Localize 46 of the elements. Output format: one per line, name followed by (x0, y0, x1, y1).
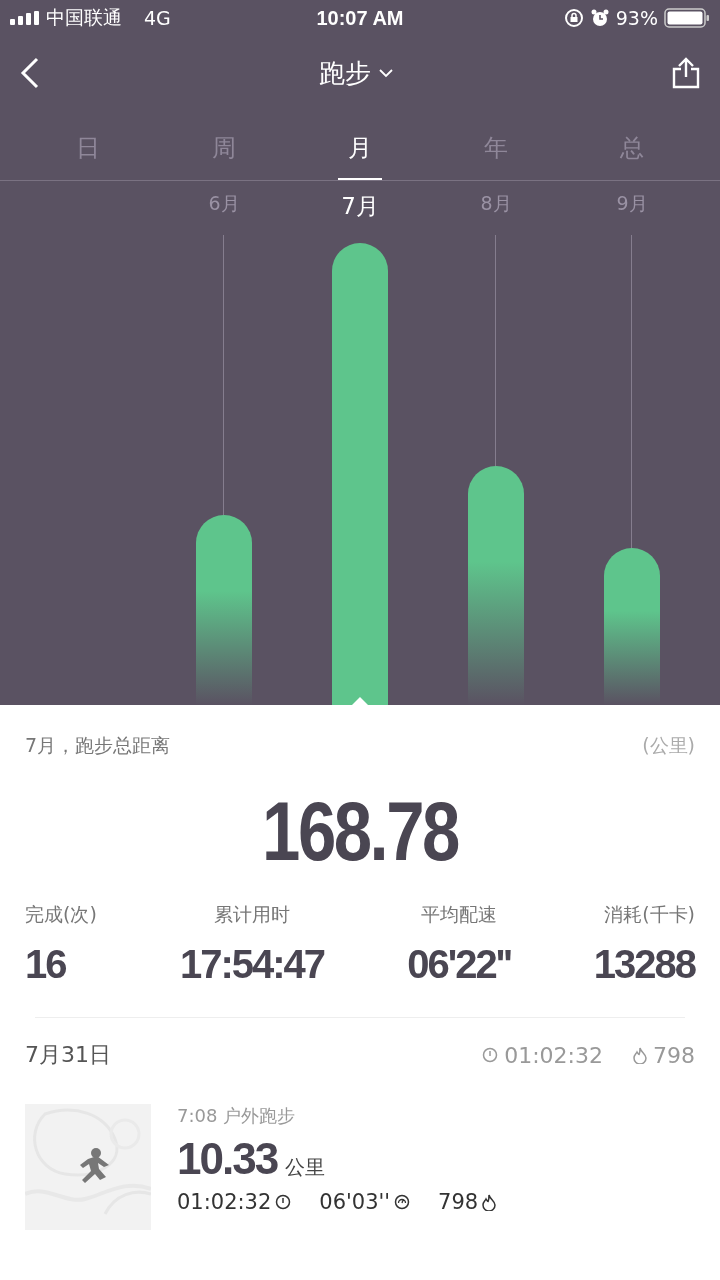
timer-icon (275, 1194, 292, 1210)
total-distance: 168.78 (261, 783, 460, 880)
period-tab[interactable]: 月 (338, 124, 382, 180)
activity-distance: 10.33 (177, 1134, 278, 1184)
status-time: 10:07 AM (316, 6, 404, 30)
caret-icon (379, 68, 393, 78)
activity-pace: 06'03'' (319, 1190, 391, 1214)
battery-percent: 93% (615, 7, 658, 29)
summary-caption: 7月，跑步总距离 (25, 733, 171, 758)
stat-label: 完成(次) (25, 902, 97, 927)
distance-bar[interactable] (196, 515, 252, 705)
unit-label: (公里) (642, 733, 695, 758)
day-date: 7月31日 (25, 1041, 111, 1069)
activity-calories: 798 (438, 1190, 479, 1214)
rotation-lock-icon (563, 8, 584, 28)
sport-type-dropdown[interactable]: 跑步 (313, 54, 399, 92)
distance-bar[interactable] (604, 548, 660, 705)
stat-value: 13288 (593, 942, 695, 987)
month-label[interactable]: 9月 (616, 191, 648, 217)
timer-icon (482, 1047, 499, 1063)
month-label[interactable]: 8月 (480, 191, 512, 217)
alarm-icon (589, 8, 610, 28)
battery-icon (664, 8, 710, 28)
stat-value: 06'22'' (407, 942, 511, 987)
day-calories: 798 (653, 1042, 695, 1068)
activity-time-type: 7:08 户外跑步 (177, 1104, 297, 1128)
speedometer-icon (394, 1194, 411, 1210)
distance-bar[interactable] (468, 466, 524, 705)
activity-duration: 01:02:32 (177, 1190, 272, 1214)
stat-value: 16 (25, 942, 67, 987)
stat-label: 累计用时 (214, 902, 290, 927)
share-button[interactable] (672, 57, 700, 89)
network-type: 4G (144, 7, 171, 29)
flame-icon (633, 1046, 647, 1064)
day-duration: 01:02:32 (504, 1042, 603, 1068)
month-label[interactable]: 6月 (208, 191, 240, 217)
stat-label: 消耗(千卡) (604, 902, 695, 927)
stat-label: 平均配速 (420, 902, 497, 927)
carrier-name: 中国联通 (46, 5, 122, 30)
distance-unit: 公里 (285, 1154, 326, 1181)
back-button[interactable] (20, 56, 40, 90)
stat-value: 17:54:47 (179, 942, 325, 987)
flame-icon (482, 1193, 497, 1211)
pointer-icon (352, 697, 368, 705)
signal-icon (10, 11, 40, 25)
month-label[interactable]: 7月 (341, 191, 379, 222)
